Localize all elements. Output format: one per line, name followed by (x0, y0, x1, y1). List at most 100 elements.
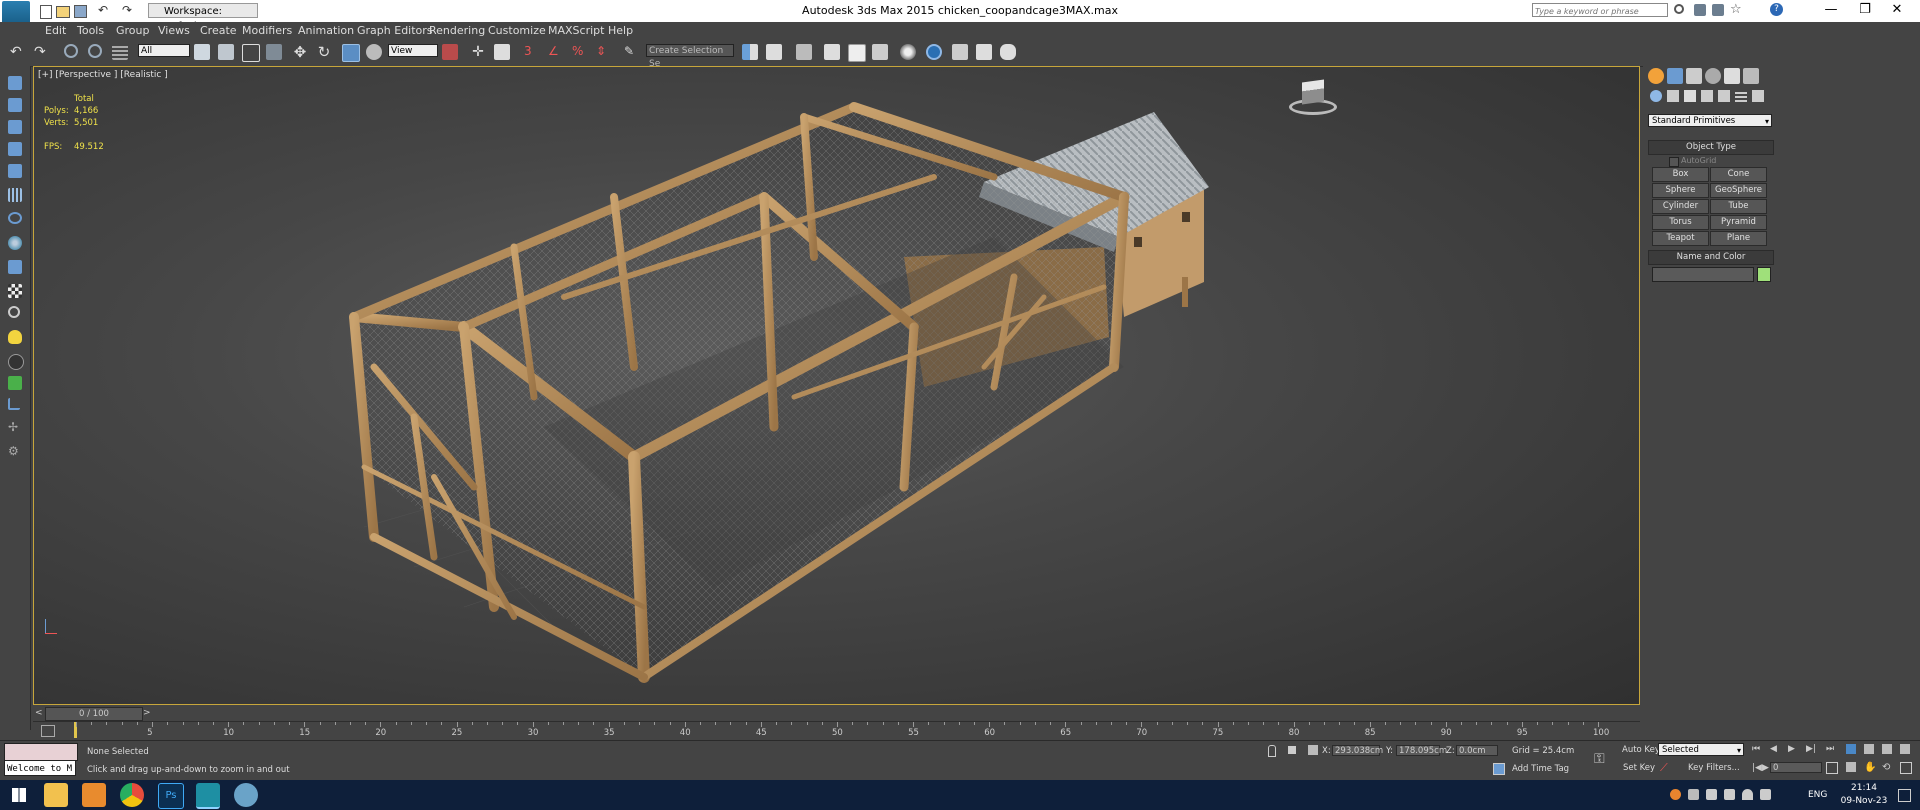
x-coordinate-field[interactable]: 293.038cm (1332, 745, 1383, 756)
media-player-icon[interactable] (82, 783, 106, 807)
brush-icon[interactable] (8, 142, 22, 156)
spinner-snap-icon[interactable]: ⇕ (596, 44, 612, 60)
sphere-button[interactable]: Sphere (1652, 183, 1709, 198)
redo-icon[interactable]: ↷ (34, 44, 50, 60)
menu-modifiers[interactable]: Modifiers (242, 24, 292, 37)
pyramid-button[interactable]: Pyramid (1710, 215, 1767, 230)
scale-icon[interactable] (342, 44, 360, 62)
info-search-box[interactable] (1532, 3, 1668, 17)
systems-icon[interactable] (1752, 90, 1764, 102)
mirror-icon[interactable] (742, 44, 758, 60)
selection-lock-icon[interactable] (1268, 745, 1276, 757)
select-object-icon[interactable] (194, 44, 210, 60)
camera-icon[interactable] (8, 354, 24, 370)
path-icon[interactable] (8, 398, 20, 410)
favorites-icon[interactable]: ☆ (1730, 2, 1742, 17)
material-editor-icon[interactable] (900, 44, 916, 60)
motion-tab-icon[interactable] (1705, 68, 1721, 84)
close-button[interactable]: ✕ (1874, 2, 1920, 20)
zoom-all-icon[interactable] (1864, 744, 1874, 754)
unlink-icon[interactable] (88, 44, 102, 58)
edit-named-selection-icon[interactable]: ✎ (624, 44, 640, 60)
render-production-icon[interactable] (976, 44, 992, 60)
category-dropdown[interactable]: Standard Primitives ▾ (1648, 114, 1772, 127)
time-slider[interactable]: < 0 / 100 > (33, 707, 1640, 721)
zoom-extents-all-icon[interactable] (1900, 744, 1910, 754)
chicken-coop-model[interactable] (34, 67, 1639, 704)
plane-icon[interactable] (8, 260, 22, 274)
set-key-button[interactable]: Set Key (1623, 763, 1655, 773)
key-filters-button[interactable]: Key Filters... (1688, 763, 1740, 773)
communication-icon[interactable] (1712, 4, 1724, 16)
3dsmax-taskbar-icon[interactable] (196, 783, 220, 809)
teapot-button[interactable]: Teapot (1652, 231, 1709, 246)
file-explorer-icon[interactable] (44, 783, 68, 807)
link-tool-icon[interactable] (8, 306, 20, 318)
current-frame-field[interactable]: 0 (1770, 762, 1822, 773)
menu-help[interactable]: Help (608, 24, 633, 37)
photoshop-icon[interactable]: Ps (158, 783, 184, 809)
absolute-mode-icon[interactable] (1308, 745, 1318, 755)
ring-icon[interactable] (8, 212, 22, 224)
percent-snap-icon[interactable]: % (572, 44, 588, 60)
menu-edit[interactable]: Edit (45, 24, 66, 37)
render-in-cloud-icon[interactable] (1000, 44, 1016, 60)
menu-tools[interactable]: Tools (77, 24, 104, 37)
tray-wifi-icon[interactable] (1742, 789, 1753, 800)
track-bar[interactable]: 5 10 15 20 25 30 35 40 45 50 55 60 65 70 75 80 85 90 95 100 (33, 721, 1640, 740)
link-icon[interactable] (64, 44, 78, 58)
tray-network-icon[interactable] (1706, 789, 1717, 800)
geometry-icon[interactable] (1650, 90, 1662, 102)
object-name-input[interactable] (1652, 267, 1754, 282)
helpers-icon[interactable] (1718, 90, 1730, 102)
notifications-icon[interactable] (1898, 789, 1911, 802)
modify-tab-icon[interactable] (1667, 68, 1683, 84)
align-icon[interactable] (766, 44, 782, 60)
language-indicator[interactable]: ENG (1808, 790, 1827, 800)
shapes-icon[interactable] (1667, 90, 1679, 102)
lock-icon[interactable] (1288, 746, 1296, 754)
container-icon[interactable] (8, 76, 22, 90)
menu-customize[interactable]: Customize (488, 24, 546, 37)
next-frame-icon[interactable]: ▶| (1806, 744, 1816, 754)
curve-editor-icon[interactable] (848, 44, 866, 62)
auto-key-button[interactable]: Auto Key (1622, 745, 1660, 755)
search-input[interactable] (1533, 6, 1667, 17)
tray-battery-icon[interactable] (1724, 789, 1735, 800)
menu-rendering[interactable]: Rendering (429, 24, 485, 37)
clock-date[interactable]: 09-Nov-23 (1834, 796, 1894, 806)
select-by-name-icon[interactable] (218, 44, 234, 60)
clock-time[interactable]: 21:14 (1846, 783, 1882, 793)
pivot-icon[interactable]: ✢ (8, 420, 22, 434)
keyboard-shortcut-icon[interactable] (494, 44, 510, 60)
play-icon[interactable]: ▶ (1788, 744, 1795, 754)
key-mode-icon[interactable]: ⟋ (1660, 761, 1668, 775)
light-bulb-icon[interactable] (8, 330, 22, 344)
time-tag-icon[interactable] (1493, 763, 1505, 775)
torus-button[interactable]: Torus (1652, 215, 1709, 230)
window-crossing-icon[interactable] (266, 44, 282, 60)
cylinder-button[interactable]: Cylinder (1652, 199, 1709, 214)
pan-icon[interactable]: ✋ (1864, 762, 1876, 773)
maxscript-listener-pink[interactable] (4, 743, 78, 761)
key-icon[interactable]: ⚿ (1594, 751, 1605, 767)
undo-icon[interactable]: ↶ (10, 44, 26, 60)
scene-explorer-icon[interactable] (824, 44, 840, 60)
plane-button[interactable]: Plane (1710, 231, 1767, 246)
auto-key-dropdown[interactable]: Selected ▾ (1658, 743, 1744, 756)
maxscript-listener-white[interactable]: Welcome to M (4, 760, 76, 776)
tray-volume-icon[interactable] (1760, 789, 1771, 800)
snaps-toggle-icon[interactable]: 3 (524, 44, 540, 60)
rotate-icon[interactable]: ↻ (316, 44, 332, 60)
time-configuration-icon[interactable] (1826, 762, 1838, 774)
add-time-tag-text[interactable]: Add Time Tag (1512, 764, 1569, 774)
box-button[interactable]: Box (1652, 167, 1709, 182)
selection-filter-dropdown[interactable]: All (138, 44, 190, 57)
settings-icon[interactable]: ⚙ (8, 444, 22, 458)
menu-group[interactable]: Group (116, 24, 150, 37)
hierarchy-tab-icon[interactable] (1686, 68, 1702, 84)
orbit-icon[interactable]: ⟲ (1882, 762, 1890, 773)
tray-orange-icon[interactable] (1670, 789, 1681, 800)
sphere-icon[interactable] (8, 236, 22, 250)
green-square-icon[interactable] (8, 376, 22, 390)
